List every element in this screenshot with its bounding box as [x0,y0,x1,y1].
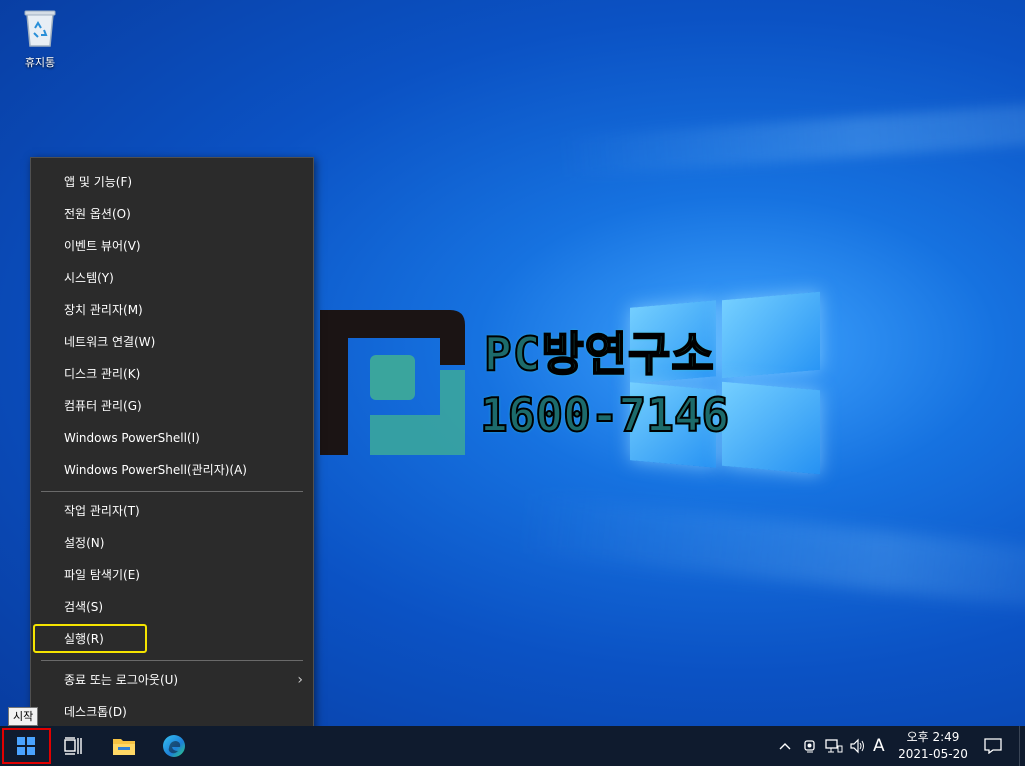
taskbar: A 오후 2:49 2021-05-20 [0,726,1025,766]
watermark-text-phone: 1600-7146 [479,387,730,443]
start-button[interactable] [0,726,52,766]
edge-button[interactable] [158,726,190,766]
network-button[interactable] [825,726,843,766]
volume-icon [850,738,864,754]
menu-separator [41,660,303,661]
task-view-icon [64,737,82,755]
menu-item-event-viewer[interactable]: 이벤트 뷰어(V) [31,231,313,261]
network-icon [825,739,843,753]
menu-item-settings[interactable]: 설정(N) [31,528,313,558]
watermark-logo-icon [320,310,470,455]
chevron-right-icon: › [297,672,303,688]
menu-item-disk-management[interactable]: 디스크 관리(K) [31,359,313,389]
menu-item-computer-management[interactable]: 컴퓨터 관리(G) [31,391,313,421]
menu-item-file-explorer[interactable]: 파일 탐색기(E) [31,560,313,590]
winx-context-menu: 앱 및 기능(F) 전원 옵션(O) 이벤트 뷰어(V) 시스템(Y) 장치 관… [30,157,314,736]
notification-icon [984,738,1002,754]
show-desktop-button[interactable] [1019,726,1025,766]
meet-now-button[interactable] [802,726,818,766]
run-highlight-box [33,624,147,653]
recycle-bin-icon [23,8,57,48]
menu-item-shutdown-label: 종료 또는 로그아웃(U) [64,673,179,687]
start-tooltip: 시작 [8,707,39,726]
start-highlight-box [2,728,51,764]
input-indicator[interactable]: A [873,726,885,766]
menu-item-task-manager[interactable]: 작업 관리자(T) [31,496,313,526]
menu-item-powershell[interactable]: Windows PowerShell(I) [31,423,313,453]
task-view-button[interactable] [60,726,88,766]
menu-item-shutdown-signout[interactable]: 종료 또는 로그아웃(U) › [31,665,313,695]
notification-center-button[interactable] [982,726,1004,766]
menu-item-power-options[interactable]: 전원 옵션(O) [31,199,313,229]
meet-now-icon [804,740,815,753]
watermark-text-title: PC방연구소 [483,326,715,382]
chevron-up-icon [779,743,791,750]
recycle-bin-label: 휴지통 [24,56,56,69]
menu-item-device-manager[interactable]: 장치 관리자(M) [31,295,313,325]
file-explorer-icon [113,739,135,755]
volume-button[interactable] [849,726,867,766]
menu-item-search[interactable]: 검색(S) [31,592,313,622]
taskbar-clock[interactable]: 오후 2:49 2021-05-20 [893,729,973,763]
recycle-bin[interactable]: 휴지통 [10,8,70,78]
menu-item-network-connections[interactable]: 네트워크 연결(W) [31,327,313,357]
tray-chevron-button[interactable] [778,726,792,766]
desktop-light-beam [518,492,1025,608]
menu-item-apps-features[interactable]: 앱 및 기능(F) [31,167,313,197]
menu-separator [41,491,303,492]
menu-item-powershell-admin[interactable]: Windows PowerShell(관리자)(A) [31,455,313,485]
clock-time: 오후 2:49 [906,730,960,744]
menu-item-system[interactable]: 시스템(Y) [31,263,313,293]
edge-icon [163,735,185,757]
desktop-light-beam [559,102,1025,178]
file-explorer-button[interactable] [110,726,138,766]
menu-item-desktop[interactable]: 데스크톱(D) [31,697,313,727]
clock-date: 2021-05-20 [898,747,968,761]
